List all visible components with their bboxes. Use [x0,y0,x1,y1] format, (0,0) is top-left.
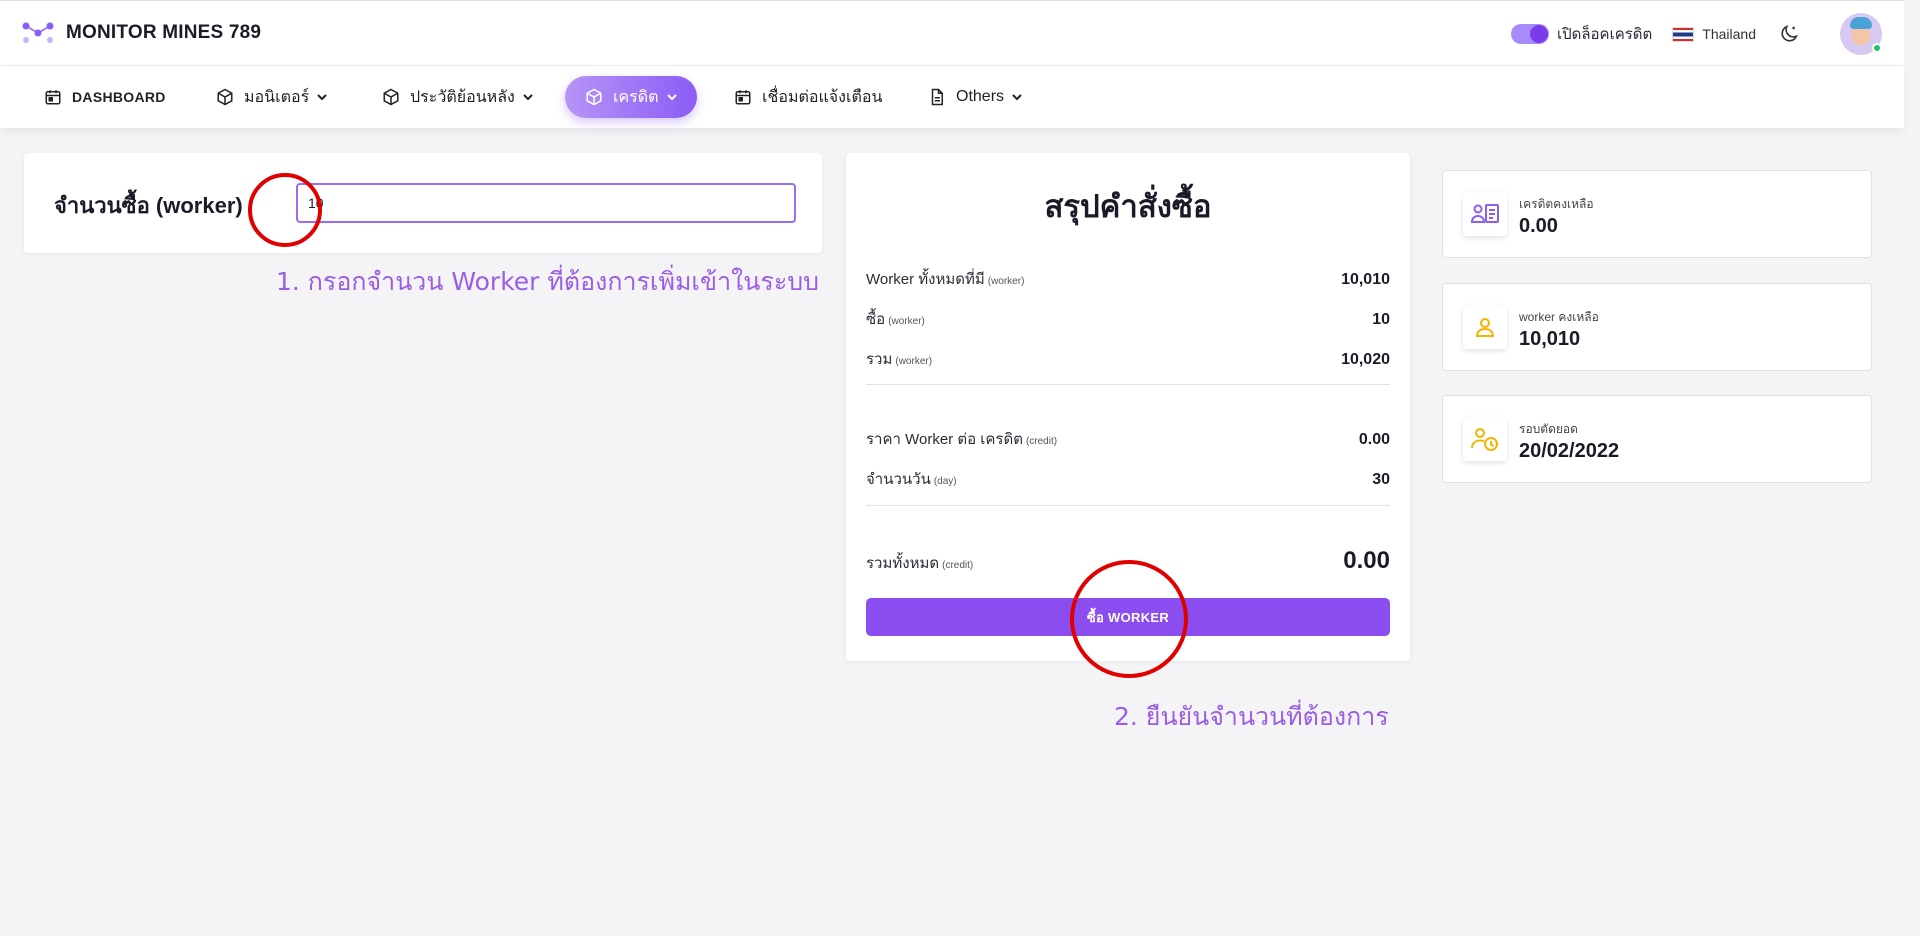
row-label: Worker ทั้งหมดที่มี [866,271,985,288]
nav-label: เชื่อมต่อแจ้งเตือน [762,88,883,106]
annotation-step-1: 1. กรอกจำนวน Worker ที่ต้องการเพิ่มเข้าใ… [276,267,819,296]
row-value: 10 [1372,311,1390,328]
highlight-circle-button [1070,560,1188,678]
summary-row-price: ราคา Worker ต่อ เครดิต (credit) 0.00 [866,427,1390,451]
brand-logo-icon [22,21,54,45]
stat-icon-box [1463,417,1507,461]
stat-worker-remaining: worker คงเหลือ 10,010 [1442,283,1872,371]
credit-lock-label: เปิดล็อคเครดิต [1556,26,1653,43]
user-clock-icon [1471,428,1498,451]
stat-icon-box [1463,305,1507,349]
nav-notification[interactable]: เชื่อมต่อแจ้งเตือน [720,76,896,118]
user-avatar[interactable] [1840,13,1882,55]
stat-cutoff-round: รอบตัดยอด 20/02/2022 [1442,395,1872,483]
summary-row-total-workers: Worker ทั้งหมดที่มี (worker) 10,010 [866,267,1390,291]
top-right-controls: เปิดล็อคเครดิต Thailand [1510,13,1882,55]
nav-label: เครดิต [613,88,659,106]
nav-label: Others [956,88,1005,105]
stat-icon-box [1463,192,1507,236]
stat-label: รอบตัดยอด [1519,422,1578,436]
credit-card-user-icon [1471,204,1499,223]
calendar-icon [45,90,61,105]
quantity-label: จำนวนซื้อ (worker) [54,193,243,218]
stat-label: worker คงเหลือ [1519,310,1599,324]
summary-row-buy: ซื้อ (worker) 10 [866,307,1390,331]
brand[interactable]: MONITOR MINES 789 [22,21,261,45]
nav-history[interactable]: ประวัติย้อนหลัง [368,76,547,118]
row-label: รวม [866,351,893,368]
nav-dashboard[interactable]: DASHBOARD [30,76,180,118]
summary-title: สรุปคำสั่งซื้อ [1044,189,1212,224]
nav-label: มอนิเตอร์ [244,88,310,106]
quantity-input[interactable] [296,183,796,223]
main-nav: DASHBOARD มอนิเตอร์ ประวัติย้อนหลัง เครด… [0,66,1904,128]
stat-value: 10,010 [1519,328,1581,350]
language-selector[interactable]: Thailand [1702,26,1756,42]
chevron-down-icon [317,94,327,101]
row-value: 0.00 [1358,431,1390,448]
row-value: 10,020 [1341,351,1390,368]
quantity-card: จำนวนซื้อ (worker) [24,153,822,253]
moon-icon[interactable] [1778,23,1800,45]
row-unit: (day) [933,476,957,487]
divider [866,505,1390,506]
chevron-down-icon [666,94,677,101]
row-unit: (credit) [1025,436,1058,447]
stat-label: เครดิตคงเหลือ [1519,197,1594,211]
row-unit: (worker) [895,356,933,367]
row-unit: (worker) [888,316,925,327]
row-value: 10,010 [1341,271,1390,288]
row-label: ราคา Worker ต่อ เครดิต [866,431,1023,448]
summary-row-sum: รวม (worker) 10,020 [866,347,1390,371]
row-unit: (credit) [942,560,974,571]
credit-lock-toggle[interactable] [1510,24,1549,44]
cube-icon [217,88,233,106]
brand-name: MONITOR MINES 789 [66,22,262,43]
document-icon [931,88,943,106]
user-icon [1475,318,1495,337]
nav-monitor[interactable]: มอนิเตอร์ [202,76,341,118]
top-bar: MONITOR MINES 789 เปิดล็อคเครดิต Thailan… [0,0,1904,66]
stat-value: 20/02/2022 [1519,440,1620,462]
row-label: จำนวนวัน [866,471,931,488]
thailand-flag-icon[interactable] [1672,26,1695,42]
nav-label: ประวัติย้อนหลัง [410,88,515,106]
grand-total-value: 0.00 [1343,547,1390,574]
calendar-icon [735,90,751,105]
row-label: ซื้อ [866,311,886,328]
stat-credit-remaining: เครดิตคงเหลือ 0.00 [1442,170,1872,258]
cube-icon [586,88,602,106]
stat-value: 0.00 [1519,215,1558,237]
annotation-step-2: 2. ยืนยันจำนวนที่ต้องการ [1114,702,1389,731]
row-unit: (worker) [987,276,1025,287]
chevron-down-icon [1012,94,1022,101]
summary-row-days: จำนวนวัน (day) 30 [866,467,1390,491]
nav-others[interactable]: Others [914,76,1036,118]
row-label: รวมทั้งหมด [866,555,940,572]
highlight-circle-input [248,173,322,247]
divider [866,384,1390,385]
online-status-dot [1872,43,1882,53]
chevron-down-icon [523,94,533,101]
nav-label: DASHBOARD [72,89,166,105]
row-value: 30 [1372,471,1390,488]
cube-icon [383,88,399,106]
nav-credit[interactable]: เครดิต [565,76,697,118]
